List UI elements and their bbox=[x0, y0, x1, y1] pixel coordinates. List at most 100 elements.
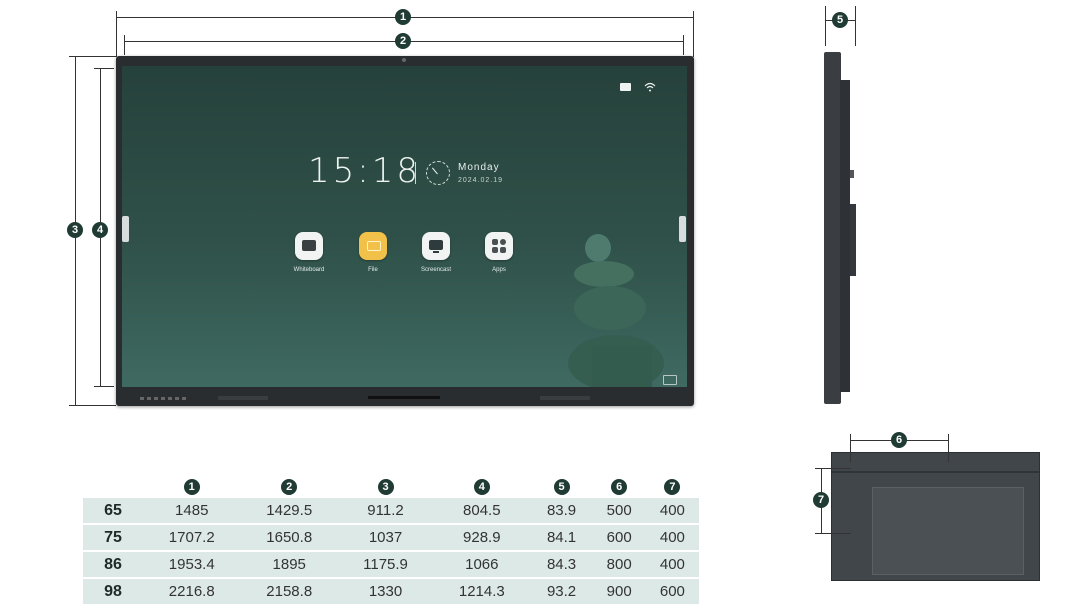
app-apps[interactable]: Apps bbox=[481, 232, 517, 273]
table-header-size bbox=[83, 474, 143, 498]
row-size: 65 bbox=[83, 498, 143, 525]
app-screencast[interactable]: Screencast bbox=[418, 232, 454, 273]
table-cell: 1429.5 bbox=[240, 498, 338, 525]
left-side-tab[interactable] bbox=[122, 216, 129, 242]
dim-3-tick-bottom bbox=[69, 405, 116, 406]
side-knob bbox=[850, 170, 854, 178]
app-whiteboard[interactable]: Whiteboard bbox=[291, 232, 327, 273]
app-label-file: File bbox=[368, 267, 378, 273]
back-panel bbox=[872, 487, 1024, 575]
dim-5-tick-left bbox=[825, 6, 826, 46]
monitor-back-view bbox=[831, 452, 1040, 581]
table-cell: 1066 bbox=[433, 551, 531, 579]
dim-4-badge: 4 bbox=[92, 222, 108, 238]
speaker-left bbox=[218, 396, 268, 400]
pen-tray bbox=[368, 396, 440, 399]
table-cell: 900 bbox=[592, 578, 646, 606]
clock-time: 15:18 bbox=[308, 151, 421, 191]
whiteboard-icon bbox=[295, 232, 323, 260]
camera-dot bbox=[402, 58, 406, 62]
table-cell: 800 bbox=[592, 551, 646, 579]
app-file[interactable]: File bbox=[355, 232, 391, 273]
table-header-2: 2 bbox=[240, 474, 338, 498]
table-header-6: 6 bbox=[592, 474, 646, 498]
clock-day: Monday bbox=[458, 162, 500, 173]
header-badge-7: 7 bbox=[664, 479, 681, 495]
monitor-screen: 15:18 Monday 2024.02.19 Whiteboard File … bbox=[122, 66, 687, 387]
screencast-icon bbox=[422, 232, 450, 260]
table-header-3: 3 bbox=[337, 474, 434, 498]
row-size: 75 bbox=[83, 524, 143, 552]
table-row: 65 1485 1429.5 911.2 804.5 83.9 500 400 bbox=[83, 498, 699, 525]
table-header-1: 1 bbox=[143, 474, 241, 498]
dim-6-badge: 6 bbox=[891, 432, 907, 448]
clock-separator bbox=[415, 162, 416, 184]
header-badge-3: 3 bbox=[377, 479, 394, 495]
side-bracket bbox=[850, 204, 856, 276]
row-size: 86 bbox=[83, 551, 143, 579]
dim-6-tick-right bbox=[948, 434, 949, 462]
analog-clock-icon bbox=[426, 161, 450, 185]
table-cell: 2216.8 bbox=[143, 578, 241, 606]
right-side-tab[interactable] bbox=[679, 216, 686, 242]
table-cell: 84.1 bbox=[530, 524, 593, 552]
keyboard-icon[interactable] bbox=[663, 375, 677, 385]
dim-2-tick-left bbox=[124, 35, 125, 55]
table-cell: 1485 bbox=[143, 498, 241, 525]
stacked-stones-wallpaper bbox=[568, 234, 664, 387]
dim-6-tick-left bbox=[850, 434, 851, 462]
table-row: 98 2216.8 2158.8 1330 1214.3 93.2 900 60… bbox=[83, 578, 699, 606]
dim-3-tick-top bbox=[69, 56, 116, 57]
dim-2-tick-right bbox=[683, 35, 684, 55]
table-cell: 83.9 bbox=[530, 498, 593, 525]
table-cell: 1037 bbox=[337, 524, 434, 552]
folder-icon bbox=[359, 232, 387, 260]
monitor-side-back bbox=[840, 80, 850, 392]
row-size: 98 bbox=[83, 578, 143, 606]
speaker-right bbox=[540, 396, 590, 400]
wifi-icon[interactable] bbox=[644, 82, 656, 92]
header-badge-6: 6 bbox=[611, 479, 628, 495]
header-badge-5: 5 bbox=[553, 479, 570, 495]
table-cell: 1895 bbox=[240, 551, 338, 579]
table-cell: 911.2 bbox=[337, 498, 434, 525]
table-header-5: 5 bbox=[530, 474, 593, 498]
table-row: 86 1953.4 1895 1175.9 1066 84.3 800 400 bbox=[83, 551, 699, 579]
dim-5-badge: 5 bbox=[832, 12, 848, 28]
table-cell: 1214.3 bbox=[433, 578, 531, 606]
dim-5-tick-right bbox=[855, 6, 856, 46]
dim-2-badge: 2 bbox=[395, 33, 411, 49]
table-header-row: 1 2 3 4 5 6 7 bbox=[83, 474, 699, 498]
table-cell: 400 bbox=[645, 551, 699, 579]
table-cell: 928.9 bbox=[433, 524, 531, 552]
table-cell: 1330 bbox=[337, 578, 434, 606]
dim-4-tick-bottom bbox=[94, 386, 114, 387]
table-cell: 400 bbox=[645, 498, 699, 525]
table-cell: 2158.8 bbox=[240, 578, 338, 606]
table-cell: 93.2 bbox=[530, 578, 593, 606]
table-row: 75 1707.2 1650.8 1037 928.9 84.1 600 400 bbox=[83, 524, 699, 552]
table-cell: 84.3 bbox=[530, 551, 593, 579]
table-cell: 600 bbox=[645, 578, 699, 606]
screen-mirror-icon[interactable] bbox=[620, 83, 631, 91]
app-label-screencast: Screencast bbox=[420, 267, 451, 273]
front-ports bbox=[140, 397, 188, 400]
dim-7-tick-top bbox=[815, 468, 851, 469]
clock-date: 2024.02.19 bbox=[458, 177, 504, 184]
table-cell: 1953.4 bbox=[143, 551, 241, 579]
apps-grid-icon bbox=[485, 232, 513, 260]
app-label-apps: Apps bbox=[492, 267, 506, 273]
dim-4-tick-top bbox=[94, 68, 114, 69]
dim-3-badge: 3 bbox=[67, 222, 83, 238]
dim-1-tick-right bbox=[693, 11, 694, 57]
dim-7-tick-bottom bbox=[815, 533, 851, 534]
dim-1-tick-left bbox=[116, 11, 117, 57]
table-cell: 1175.9 bbox=[337, 551, 434, 579]
table-cell: 600 bbox=[592, 524, 646, 552]
back-ribs bbox=[832, 471, 1039, 473]
monitor-side-view bbox=[824, 52, 841, 404]
table-header-4: 4 bbox=[433, 474, 531, 498]
table-cell: 1650.8 bbox=[240, 524, 338, 552]
table-cell: 804.5 bbox=[433, 498, 531, 525]
header-badge-1: 1 bbox=[183, 479, 200, 495]
